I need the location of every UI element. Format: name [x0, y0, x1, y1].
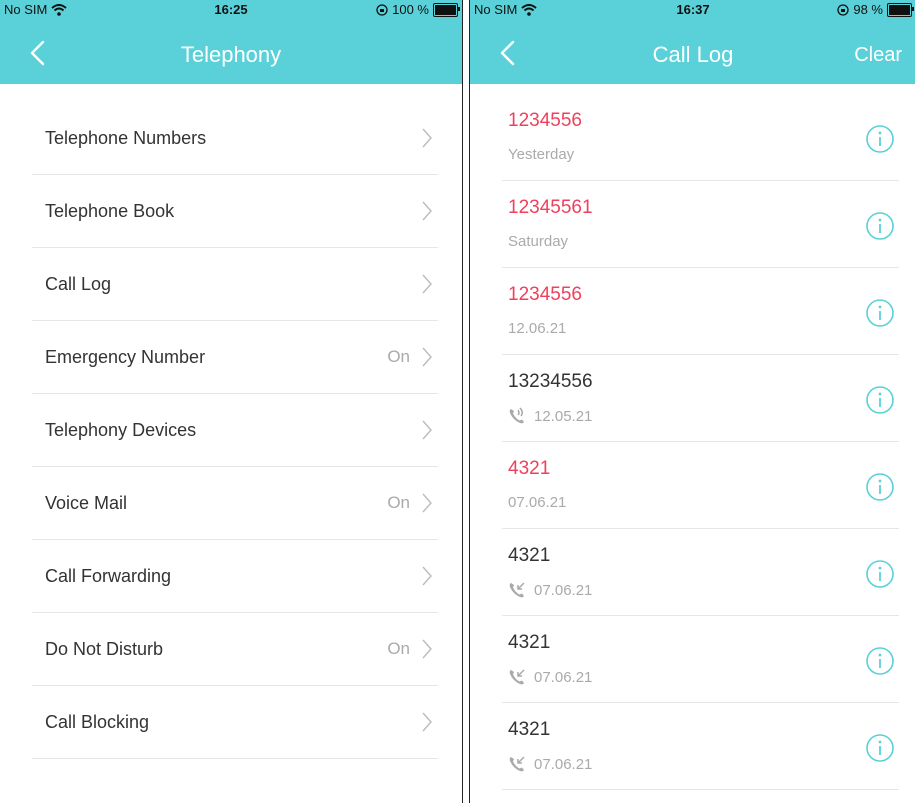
call-number: 13234556 [508, 371, 593, 392]
menu-item-status: On [387, 493, 410, 512]
call-number: 1234556 [508, 110, 582, 131]
call-number: 12345561 [508, 197, 593, 218]
menu-item-label: Do Not Disturb [45, 638, 164, 659]
info-icon[interactable] [865, 298, 895, 328]
chevron-right-icon [422, 128, 432, 148]
lock-rotation-icon [376, 3, 388, 16]
call-date: 07.06.21 [534, 668, 593, 686]
call-date: 07.06.21 [508, 494, 567, 511]
menu-item-status: On [387, 639, 410, 658]
call-log-row[interactable]: 13234556 12.05.21 [502, 355, 899, 442]
info-icon[interactable] [865, 385, 895, 415]
menu-item-label: Call Blocking [45, 711, 150, 732]
menu-item-status: On [387, 347, 410, 366]
info-icon[interactable] [865, 559, 895, 589]
call-log-row[interactable]: 4321 07.06.21 [502, 616, 899, 703]
call-number: 4321 [508, 719, 551, 740]
menu-item-label: Telephony Devices [45, 419, 197, 440]
call-log-row[interactable]: 4321 07.06.21 [502, 442, 899, 529]
menu-item[interactable]: Call Blocking [32, 686, 438, 759]
call-number: 4321 [508, 632, 551, 653]
nav-bar: Telephony [0, 20, 462, 84]
chevron-right-icon [422, 347, 432, 367]
page-title: Telephony [180, 42, 282, 67]
telephony-screen: No SIM 16:25 100 % Telephony Telephone N… [0, 0, 463, 803]
phone-incoming-icon [509, 582, 525, 598]
menu-item-label: Emergency Number [45, 346, 206, 367]
call-log-row[interactable]: 1234556 12.06.21 [502, 268, 899, 355]
call-number: 1234556 [508, 284, 582, 305]
call-number: 4321 [508, 545, 551, 566]
status-bar: No SIM 16:37 98 % [470, 0, 915, 20]
chevron-right-icon [422, 712, 432, 732]
chevron-right-icon [422, 274, 432, 294]
chevron-right-icon [422, 493, 432, 513]
call-date: 07.06.21 [534, 755, 593, 773]
lock-rotation-icon [837, 3, 850, 16]
call-date: Saturday [508, 233, 569, 250]
settings-list: Telephone Numbers Telephone Book Call Log E… [32, 102, 438, 759]
chevron-right-icon [422, 566, 432, 586]
menu-item-label: Telephone Book [45, 200, 175, 221]
menu-item-label: Telephone Numbers [45, 127, 207, 148]
phone-incoming-icon [509, 756, 525, 772]
call-log-row[interactable]: 12345561 Saturday [502, 181, 899, 268]
call-number: 4321 [508, 458, 551, 479]
menu-item[interactable]: Telephone Numbers [32, 102, 438, 175]
call-log-row[interactable]: 1234556 Yesterday [502, 94, 899, 181]
chevron-right-icon [422, 420, 432, 440]
menu-item[interactable]: Call Log [32, 248, 438, 321]
call-date: 07.06.21 [534, 581, 593, 599]
menu-item[interactable]: Do Not Disturb On [32, 613, 438, 686]
clear-button[interactable]: Clear [854, 44, 902, 67]
menu-item-label: Call Log [45, 273, 112, 294]
phone-incoming-icon [509, 669, 525, 685]
call-log-list: 1234556 Yesterday 12345561 Saturday 1234556 1… [502, 94, 899, 790]
menu-item-label: Voice Mail [45, 492, 128, 513]
call-date: 12.06.21 [508, 320, 567, 337]
battery-icon [887, 2, 914, 17]
call-date: Yesterday [508, 146, 575, 163]
phone-outgoing-icon [509, 407, 524, 424]
info-icon[interactable] [865, 733, 895, 763]
page-title: Call Log [652, 42, 734, 67]
menu-item[interactable]: Telephony Devices [32, 394, 438, 467]
battery-percent: 98 % [853, 2, 883, 17]
battery-icon [433, 2, 460, 17]
call-log-row[interactable]: 4321 07.06.21 [502, 703, 899, 790]
status-bar: No SIM 16:25 100 % [0, 0, 462, 20]
info-icon[interactable] [865, 472, 895, 502]
call-log-screen: No SIM 16:37 98 % Call Log Clear 1234556… [469, 0, 915, 803]
menu-item[interactable]: Call Forwarding [32, 540, 438, 613]
call-date: 12.05.21 [534, 407, 593, 425]
info-icon[interactable] [865, 646, 895, 676]
battery-percent: 100 % [392, 2, 429, 17]
menu-item[interactable]: Voice Mail On [32, 467, 438, 540]
chevron-right-icon [422, 201, 432, 221]
chevron-right-icon [422, 639, 432, 659]
menu-item[interactable]: Telephone Book [32, 175, 438, 248]
nav-bar: Call Log Clear [470, 20, 915, 84]
menu-item-label: Call Forwarding [45, 565, 172, 586]
info-icon[interactable] [865, 124, 895, 154]
info-icon[interactable] [865, 211, 895, 241]
call-log-row[interactable]: 4321 07.06.21 [502, 529, 899, 616]
menu-item[interactable]: Emergency Number On [32, 321, 438, 394]
